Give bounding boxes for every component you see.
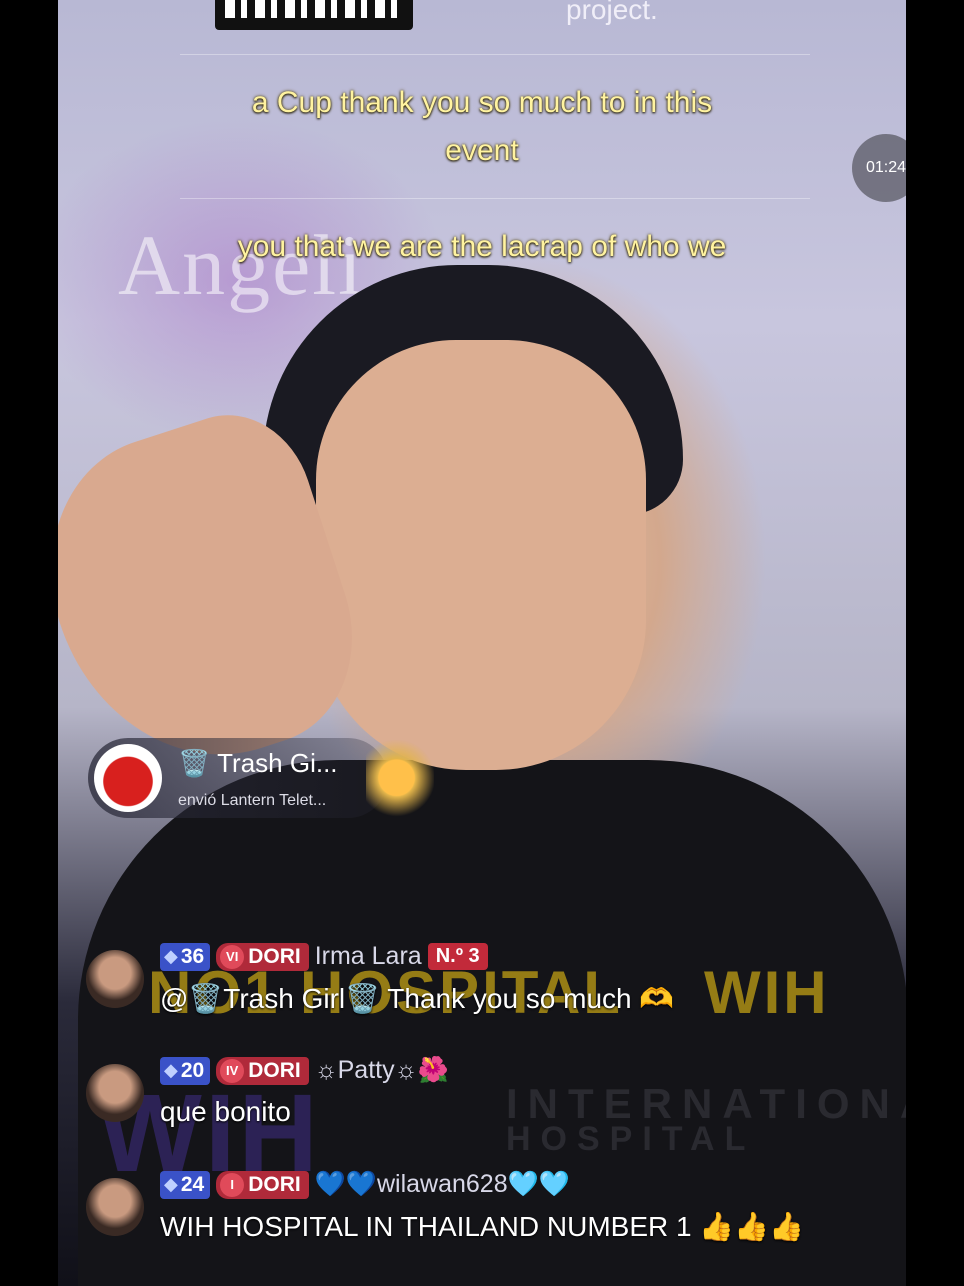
fan-club-badge: I DORI	[216, 1170, 309, 1199]
lantern-teletubbies-gift-icon	[366, 740, 434, 824]
rank-badge: N.º 3	[427, 943, 488, 970]
commenter-badges: ◆ 20 IV DORI ☼Patty☼🌺	[160, 1056, 449, 1085]
diamond-icon: ◆	[164, 946, 178, 966]
top-overlay-text: project.	[566, 0, 658, 25]
diamond-icon: ◆	[164, 1060, 178, 1080]
commenter-badges: ◆ 36 VI DORI Irma Lara N.º 3	[160, 942, 488, 971]
qr-code-image	[215, 0, 413, 30]
live-video-stream[interactable]: Angeli project. a Cup thank you so much …	[58, 0, 906, 1286]
comment-text: @🗑️Trash Girl🗑️ Thank you so much 🫶	[160, 983, 675, 1014]
commenter-name[interactable]: ☼Patty☼🌺	[315, 1056, 449, 1085]
gifter-avatar[interactable]	[94, 744, 162, 812]
watermark-hospital: HOSPITAL	[506, 1120, 756, 1158]
divider	[180, 198, 810, 199]
commenter-name[interactable]: 💙💙wilawan628🩵🩵	[315, 1170, 570, 1199]
gift-action-text: envió Lantern Telet...	[178, 792, 327, 809]
diamond-icon: ◆	[164, 1174, 178, 1194]
caption-line-1: a Cup thank you so much to in this	[251, 86, 713, 119]
comment-text: que bonito	[160, 1096, 291, 1127]
heart-icon: I	[220, 1172, 245, 1197]
stream-timer[interactable]: 01:24	[852, 134, 906, 202]
fan-club-badge: VI DORI	[216, 942, 309, 971]
commenter-name[interactable]: Irma Lara	[315, 942, 422, 971]
heart-icon: IV	[220, 1058, 245, 1083]
watermark-wih-logo: WIH	[704, 959, 830, 1026]
level-badge: ◆ 24	[160, 1170, 211, 1199]
level-badge: ◆ 36	[160, 942, 211, 971]
heart-icon: VI	[220, 944, 245, 969]
commenter-avatar[interactable]	[86, 1064, 144, 1122]
fan-club-badge: IV DORI	[216, 1056, 309, 1085]
gifter-name: 🗑️ Trash Gi...	[178, 748, 338, 778]
caption-line-3: you that we are the lacrap of who we	[237, 230, 727, 263]
gift-notification[interactable]: 🗑️ Trash Gi... envió Lantern Telet...	[88, 738, 388, 818]
comment-text: WIH HOSPITAL IN THAILAND NUMBER 1 👍👍👍	[160, 1211, 804, 1242]
commenter-badges: ◆ 24 I DORI 💙💙wilawan628🩵🩵	[160, 1170, 570, 1199]
commenter-avatar[interactable]	[86, 1178, 144, 1236]
commenter-avatar[interactable]	[86, 950, 144, 1008]
streamer-face	[316, 340, 646, 770]
level-badge: ◆ 20	[160, 1056, 211, 1085]
caption-line-2: event	[445, 134, 519, 167]
divider	[180, 54, 810, 55]
